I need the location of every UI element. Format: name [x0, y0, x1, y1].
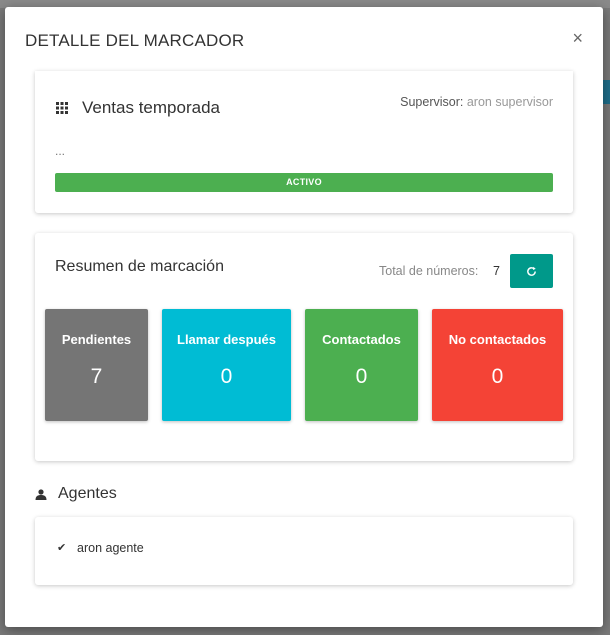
- status-badge: ACTIVO: [55, 173, 553, 192]
- supervisor-info: Supervisor: aron supervisor: [400, 95, 553, 109]
- refresh-button[interactable]: [510, 254, 553, 288]
- tile-label: Contactados: [322, 332, 401, 347]
- tile-llamar-despues: Llamar después 0: [162, 309, 291, 421]
- supervisor-label: Supervisor:: [400, 95, 464, 109]
- tile-count: 0: [220, 365, 233, 388]
- backdrop-edge: [603, 80, 610, 104]
- agents-card: ✔ aron agente: [35, 517, 573, 585]
- refresh-icon: [527, 266, 536, 276]
- tile-count: 0: [355, 365, 368, 388]
- marker-detail-modal: DETALLE DEL MARCADOR × Ventas temporada …: [5, 7, 603, 627]
- tile-no-contactados: No contactados 0: [432, 309, 563, 421]
- tile-contactados: Contactados 0: [305, 309, 418, 421]
- modal-title: DETALLE DEL MARCADOR: [25, 31, 245, 50]
- tile-label: Pendientes: [61, 332, 132, 347]
- tile-label: Llamar después: [177, 332, 276, 347]
- close-icon[interactable]: ×: [572, 29, 583, 47]
- check-icon: ✔: [57, 542, 67, 554]
- campaign-card: Ventas temporada Supervisor: aron superv…: [35, 71, 573, 213]
- agents-title: Agentes: [58, 485, 117, 502]
- tile-count: 0: [491, 365, 504, 388]
- campaign-name: Ventas temporada: [82, 98, 220, 117]
- summary-card: Resumen de marcación Total de números: 7…: [35, 233, 573, 461]
- total-numbers-value: 7: [493, 264, 500, 278]
- modal-header: DETALLE DEL MARCADOR ×: [5, 7, 603, 71]
- summary-title: Resumen de marcación: [55, 258, 224, 275]
- agent-name: aron agente: [77, 541, 144, 555]
- tile-label: No contactados: [448, 332, 547, 347]
- supervisor-name: aron supervisor: [466, 95, 553, 109]
- person-icon: [35, 489, 47, 500]
- tile-pendientes: Pendientes 7: [45, 309, 148, 421]
- grid-icon: [56, 102, 68, 114]
- tile-count: 7: [90, 365, 103, 388]
- total-numbers-label: Total de números:: [379, 264, 479, 278]
- campaign-description: ...: [55, 144, 66, 158]
